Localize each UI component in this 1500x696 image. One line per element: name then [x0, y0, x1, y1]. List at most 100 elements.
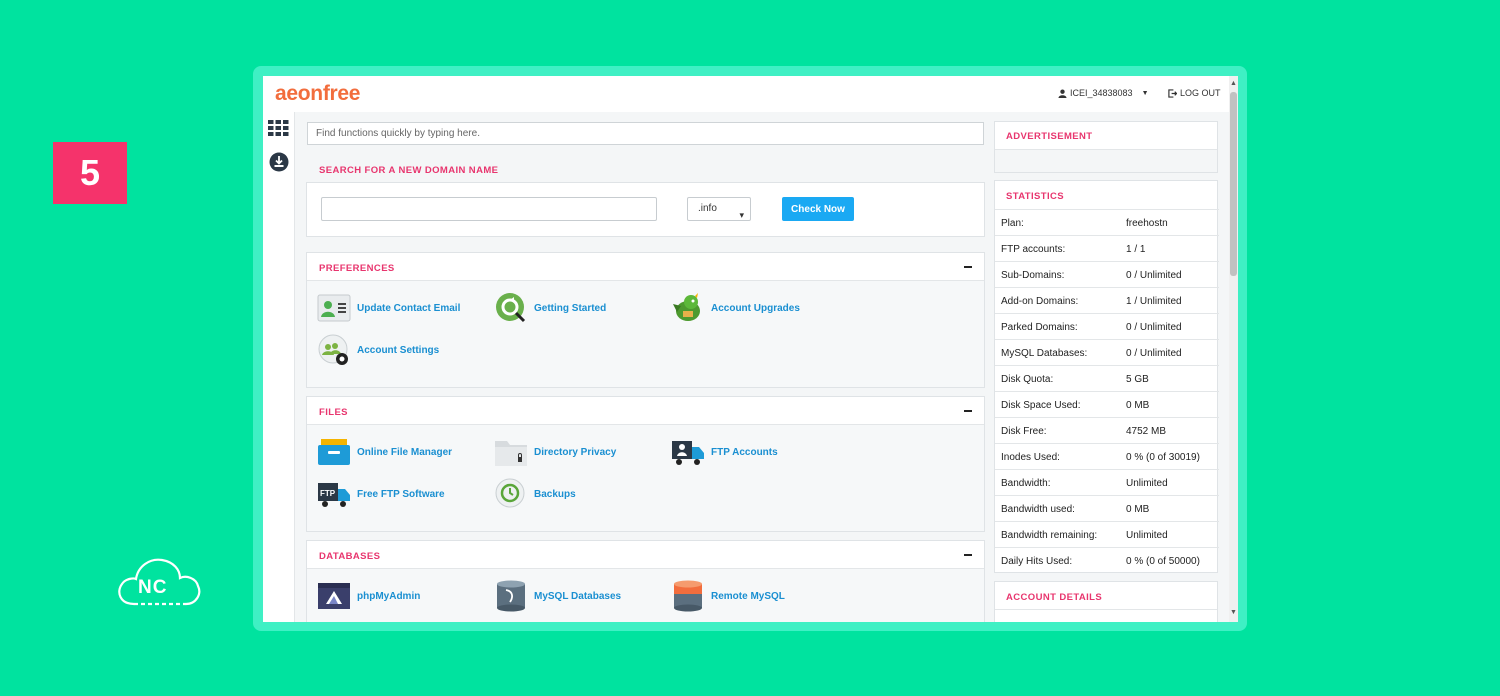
- item-label: phpMyAdmin: [357, 590, 421, 602]
- stats-row: Inodes Used: 0 % (0 of 30019): [995, 443, 1219, 469]
- files-panel: FILES Online File Manager Directory Priv…: [306, 396, 985, 532]
- stats-key: Disk Quota:: [1001, 374, 1054, 385]
- preferences-title: PREFERENCES: [319, 263, 395, 274]
- mysql-databases-link[interactable]: MySQL Databases: [494, 580, 621, 612]
- svg-text:FTP: FTP: [320, 489, 336, 498]
- logout-icon: [1168, 88, 1177, 98]
- stats-value: 0 % (0 of 50000): [1126, 556, 1200, 567]
- item-label: Account Settings: [357, 344, 440, 356]
- statistics-header: STATISTICS: [995, 181, 1217, 209]
- brand-logo[interactable]: aeonfree: [275, 82, 360, 106]
- username: ICEI_34838083: [1070, 88, 1133, 98]
- stats-key: Disk Free:: [1001, 426, 1047, 437]
- stats-value: 5 GB: [1126, 374, 1149, 385]
- files-header[interactable]: FILES: [307, 397, 984, 425]
- stats-value: Unlimited: [1126, 530, 1168, 541]
- advertisement-header: ADVERTISEMENT: [995, 122, 1217, 150]
- preferences-header[interactable]: PREFERENCES: [307, 253, 984, 281]
- ftp-truck-icon: FTP: [318, 483, 350, 507]
- free-ftp-software-link[interactable]: FTP Free FTP Software: [317, 478, 445, 510]
- phpmyadmin-link[interactable]: phpMyAdmin: [317, 580, 420, 612]
- mysql-database-icon: [497, 580, 525, 612]
- left-rail: [263, 112, 295, 622]
- users-gear-icon: [318, 334, 348, 365]
- domain-search-card: .info ▾ Check Now: [306, 182, 985, 237]
- stats-value: 0 MB: [1126, 504, 1150, 515]
- stats-value: 4752 MB: [1126, 426, 1167, 437]
- account-details-title: ACCOUNT DETAILS: [1006, 592, 1103, 603]
- stats-row: Disk Free: 4752 MB: [995, 417, 1219, 443]
- stats-key: Add-on Domains:: [1001, 296, 1079, 307]
- account-upgrades-link[interactable]: Account Upgrades: [671, 292, 800, 324]
- item-label: FTP Accounts: [711, 446, 778, 458]
- item-label: MySQL Databases: [534, 590, 622, 602]
- stats-value: 0 / Unlimited: [1126, 348, 1182, 359]
- item-label: Remote MySQL: [711, 590, 785, 602]
- stats-row: Bandwidth used: 0 MB: [995, 495, 1219, 521]
- backup-icon: [495, 478, 525, 508]
- file-cabinet-icon: [318, 439, 350, 465]
- download-icon[interactable]: [269, 152, 289, 172]
- online-file-manager-link[interactable]: Online File Manager: [317, 436, 452, 468]
- stats-row: FTP accounts: 1 / 1: [995, 235, 1219, 261]
- stats-value: Unlimited: [1126, 478, 1168, 489]
- stats-key: FTP accounts:: [1001, 244, 1066, 255]
- directory-privacy-link[interactable]: Directory Privacy: [494, 436, 616, 468]
- ftp-user-truck-icon: [672, 441, 704, 465]
- update-contact-email-link[interactable]: Update Contact Email: [317, 292, 460, 324]
- account-details-box: ACCOUNT DETAILS: [994, 581, 1218, 622]
- chevron-down-icon: ▼: [1141, 89, 1149, 97]
- stats-key: MySQL Databases:: [1001, 348, 1088, 359]
- stats-key: Sub-Domains:: [1001, 270, 1065, 281]
- tld-selected-value: .info: [698, 203, 717, 214]
- stats-key: Parked Domains:: [1001, 322, 1078, 333]
- stats-row: Add-on Domains: 1 / Unlimited: [995, 287, 1219, 313]
- files-title: FILES: [319, 407, 348, 418]
- apps-grid-icon[interactable]: [268, 120, 289, 136]
- logout-label: LOG OUT: [1180, 88, 1221, 98]
- tld-select[interactable]: .info ▾: [687, 197, 751, 221]
- user-icon: [1058, 89, 1067, 98]
- preferences-panel: PREFERENCES Update Contact Email Getting…: [306, 252, 985, 388]
- item-label: Directory Privacy: [534, 446, 617, 458]
- stats-value: 0 % (0 of 30019): [1126, 452, 1200, 463]
- stats-value: 1 / 1: [1126, 244, 1146, 255]
- item-label: Online File Manager: [357, 446, 453, 458]
- control-panel-window: aeonfree ICEI_34838083 ▼ LOG OUT Find fu…: [263, 76, 1238, 622]
- domain-name-input[interactable]: [321, 197, 657, 221]
- databases-header[interactable]: DATABASES: [307, 541, 984, 569]
- contact-card-icon: [317, 294, 351, 322]
- stats-key: Bandwidth used:: [1001, 504, 1075, 515]
- logout-link[interactable]: LOG OUT: [1168, 88, 1221, 98]
- stats-row: Disk Quota: 5 GB: [995, 365, 1219, 391]
- stats-key: Disk Space Used:: [1001, 400, 1081, 411]
- getting-started-link[interactable]: Getting Started: [494, 292, 606, 324]
- stats-row: MySQL Databases: 0 / Unlimited: [995, 339, 1219, 365]
- item-label: Account Upgrades: [711, 302, 800, 314]
- backups-link[interactable]: Backups: [494, 478, 576, 510]
- statistics-box: STATISTICS Plan: freehostn FTP accounts: 1 …: [994, 180, 1219, 573]
- scroll-down-icon[interactable]: ▼: [1230, 609, 1237, 616]
- stats-value: 0 MB: [1126, 400, 1150, 411]
- account-details-header: ACCOUNT DETAILS: [995, 582, 1217, 610]
- user-menu[interactable]: ICEI_34838083 ▼: [1058, 88, 1149, 98]
- check-now-button[interactable]: Check Now: [782, 197, 854, 221]
- scroll-up-icon[interactable]: ▲: [1230, 80, 1237, 87]
- remote-mysql-icon: [674, 580, 702, 612]
- function-search-input[interactable]: [307, 122, 984, 145]
- getting-started-icon: [496, 293, 526, 323]
- scrollbar[interactable]: ▲ ▼: [1229, 76, 1238, 622]
- item-label: Backups: [534, 488, 576, 500]
- dragon-icon: [673, 293, 700, 321]
- remote-mysql-link[interactable]: Remote MySQL: [671, 580, 785, 612]
- folder-lock-icon: [495, 441, 527, 466]
- ftp-accounts-link[interactable]: FTP Accounts: [671, 436, 778, 468]
- scrollbar-thumb[interactable]: [1230, 92, 1237, 276]
- collapse-icon[interactable]: [964, 554, 972, 556]
- item-label: Free FTP Software: [357, 488, 445, 500]
- collapse-icon[interactable]: [964, 410, 972, 412]
- stats-row: Disk Space Used: 0 MB: [995, 391, 1219, 417]
- collapse-icon[interactable]: [964, 266, 972, 268]
- stats-row: Plan: freehostn: [995, 209, 1219, 235]
- account-settings-link[interactable]: Account Settings: [317, 334, 439, 366]
